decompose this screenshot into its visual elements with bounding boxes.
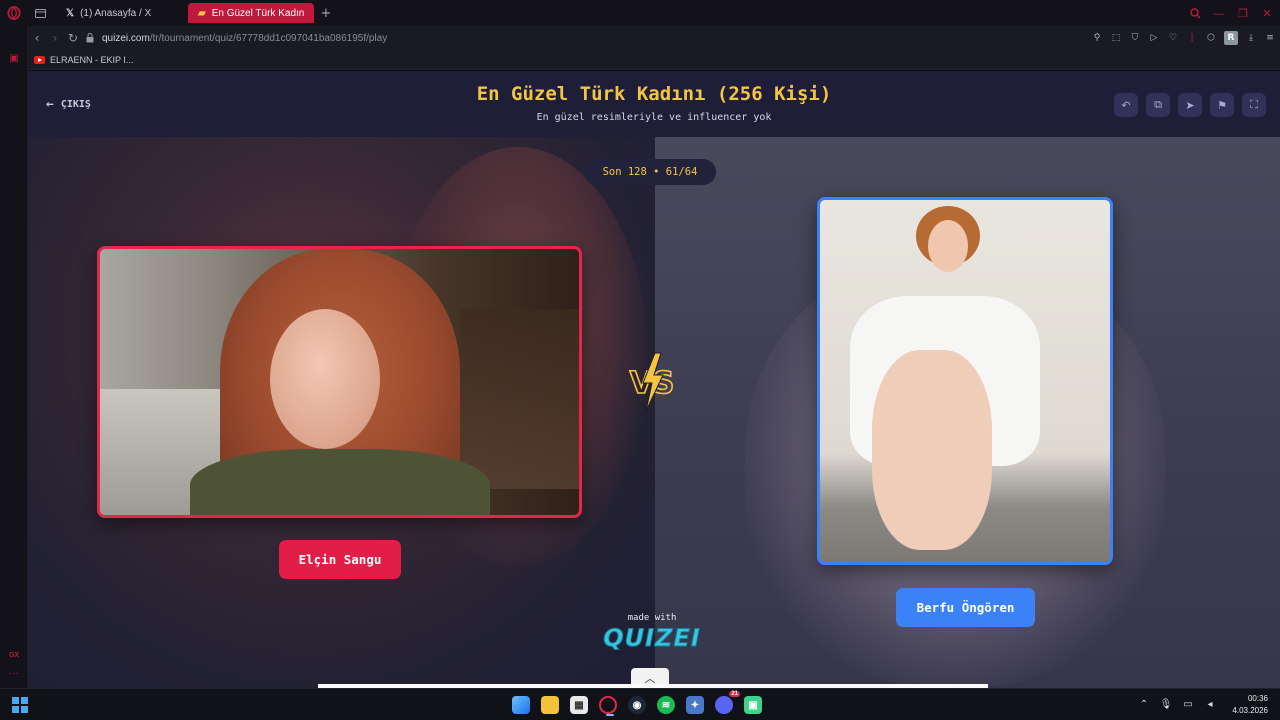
new-tab-button[interactable]: + — [316, 3, 336, 23]
round-indicator: Son 128 • 61/64 — [584, 159, 716, 185]
header-tools: ↶ ⧉ ➤ ⚑ ⛶ — [1114, 93, 1266, 117]
share-icon[interactable]: ➤ — [1178, 93, 1202, 117]
pin-icon[interactable]: ⚲ — [1091, 32, 1103, 44]
back-icon[interactable]: ‹ — [28, 26, 46, 50]
undo-icon[interactable]: ↶ — [1114, 93, 1138, 117]
tab-title: En Güzel Türk Kadını (256 — [211, 7, 304, 19]
forward-icon[interactable]: › — [46, 26, 64, 50]
quiz-title: En Güzel Türk Kadını (256 Kişi) — [476, 83, 832, 105]
chevron-up-icon[interactable]: ⌃ — [1138, 697, 1150, 711]
discord-badge: 21 — [729, 691, 740, 697]
steam-icon[interactable]: ◉ — [628, 696, 646, 714]
bookmark-item[interactable]: ELRAENN - EKIP I... — [34, 55, 133, 65]
extensions-icon[interactable]: ⬡ — [1205, 32, 1217, 44]
fullscreen-icon[interactable]: ⛶ — [1242, 93, 1266, 117]
youtube-icon — [34, 55, 45, 64]
clock-time: 00:36 — [1247, 694, 1268, 703]
right-candidate-button[interactable]: Berfu Öngören — [896, 588, 1035, 627]
restore-icon[interactable]: ❐ — [1236, 6, 1250, 20]
quiz-subtitle: En güzel resimleriyle ve influencer yok — [536, 112, 772, 123]
minimize-icon[interactable]: — — [1212, 6, 1226, 20]
left-candidate-image[interactable] — [97, 246, 582, 518]
tab-title: (1) Anasayfa / X — [80, 7, 152, 19]
window-controls: — ❐ ✕ — [1188, 0, 1274, 26]
monitor-icon[interactable]: ▭ — [1182, 697, 1194, 711]
quiz-header: ← ÇIKIŞ En Güzel Türk Kadını (256 Kişi) … — [28, 71, 1280, 137]
heart-icon[interactable]: ♡ — [1167, 32, 1179, 44]
reload-icon[interactable]: ↻ — [64, 26, 82, 50]
opera-gx-icon[interactable] — [599, 696, 617, 716]
taskbar-apps: ▦ ◉ ≋ ✦ 21 ▣ — [512, 691, 762, 717]
tab-island-icon[interactable] — [28, 0, 52, 26]
flag-icon[interactable]: ⚑ — [1210, 93, 1234, 117]
bookmarks-bar: ELRAENN - EKIP I... — [28, 50, 1280, 70]
url-field[interactable]: quizei.com/tr/tournament/quiz/67778dd1c0… — [102, 33, 387, 44]
url-path: /tr/tournament/quiz/67778dd1c097041ba086… — [149, 32, 388, 44]
volume-icon[interactable]: ◂ — [1204, 697, 1216, 711]
microphone-icon[interactable]: 🎙︎ — [1160, 697, 1173, 711]
left-candidate-button[interactable]: Elçin Sangu — [279, 540, 401, 579]
play-icon[interactable]: ▷ — [1148, 32, 1160, 44]
download-icon[interactable]: ⤓ — [1245, 32, 1257, 44]
menu-icon[interactable]: ≡ — [1264, 32, 1276, 44]
windows-start-icon[interactable] — [12, 697, 28, 713]
tab-quiz[interactable]: ▰ En Güzel Türk Kadını (256 — [188, 3, 314, 23]
file-explorer-icon[interactable] — [541, 696, 559, 714]
opera-logo-icon[interactable] — [0, 0, 28, 26]
address-bar: ‹ › ↻ quizei.com/tr/tournament/quiz/6777… — [28, 26, 1280, 50]
browser-tab-bar: 𝕏 (1) Anasayfa / X ▰ En Güzel Türk Kadın… — [0, 0, 1280, 26]
spotify-icon[interactable]: ≋ — [657, 696, 675, 714]
shield-icon[interactable]: ⛉ — [1129, 32, 1141, 44]
vs-lightning-icon: VS — [629, 352, 675, 412]
windows-logo-icon[interactable] — [512, 696, 530, 714]
search-icon[interactable] — [1188, 6, 1202, 20]
clock-date: 4.03.2026 — [1232, 706, 1268, 715]
tab-x-home[interactable]: 𝕏 (1) Anasayfa / X — [56, 3, 182, 23]
browser-sidebar: ▣ GX ··· — [0, 26, 28, 688]
lock-icon[interactable] — [82, 26, 98, 50]
windows-taskbar: ▦ ◉ ≋ ✦ 21 ▣ ⌃ 🎙︎ ▭ ◂ 00:36 4.03.2026 — [0, 688, 1280, 720]
right-candidate-image[interactable] — [817, 197, 1113, 565]
x-logo-icon: 𝕏 — [66, 7, 75, 19]
url-host: quizei.com — [102, 32, 150, 44]
bookmark-label: ELRAENN - EKIP I... — [50, 54, 134, 65]
quizei-logo[interactable]: QUIZEI — [588, 624, 716, 653]
snapshot-icon[interactable]: ⬚ — [1110, 32, 1122, 44]
sidebar-more-icon[interactable]: ··· — [7, 667, 21, 681]
quizei-favicon-icon: ▰ — [198, 7, 206, 19]
taskbar-clock[interactable]: 00:36 4.03.2026 — [1232, 693, 1268, 717]
quiz-page: ← ÇIKIŞ En Güzel Türk Kadını (256 Kişi) … — [28, 71, 1280, 688]
profile-avatar[interactable]: R — [1224, 31, 1238, 45]
address-bar-tools: ⚲ ⬚ ⛉ ▷ ♡ | ⬡ R ⤓ ≡ — [1091, 26, 1276, 50]
system-tray: ⌃ 🎙︎ ▭ ◂ — [1138, 697, 1216, 711]
divider-icon: | — [1190, 33, 1194, 43]
made-with-label: made with — [627, 613, 677, 623]
chatgpt-icon[interactable]: ▣ — [744, 696, 762, 714]
discord-icon[interactable]: 21 — [715, 691, 740, 714]
gx-control-icon[interactable]: GX — [7, 649, 21, 663]
microsoft-store-icon[interactable]: ▦ — [570, 696, 588, 714]
copy-icon[interactable]: ⧉ — [1146, 93, 1170, 117]
close-icon[interactable]: ✕ — [1260, 6, 1274, 20]
briefcase-icon[interactable]: ▣ — [7, 52, 21, 66]
network-app-icon[interactable]: ✦ — [686, 696, 704, 714]
